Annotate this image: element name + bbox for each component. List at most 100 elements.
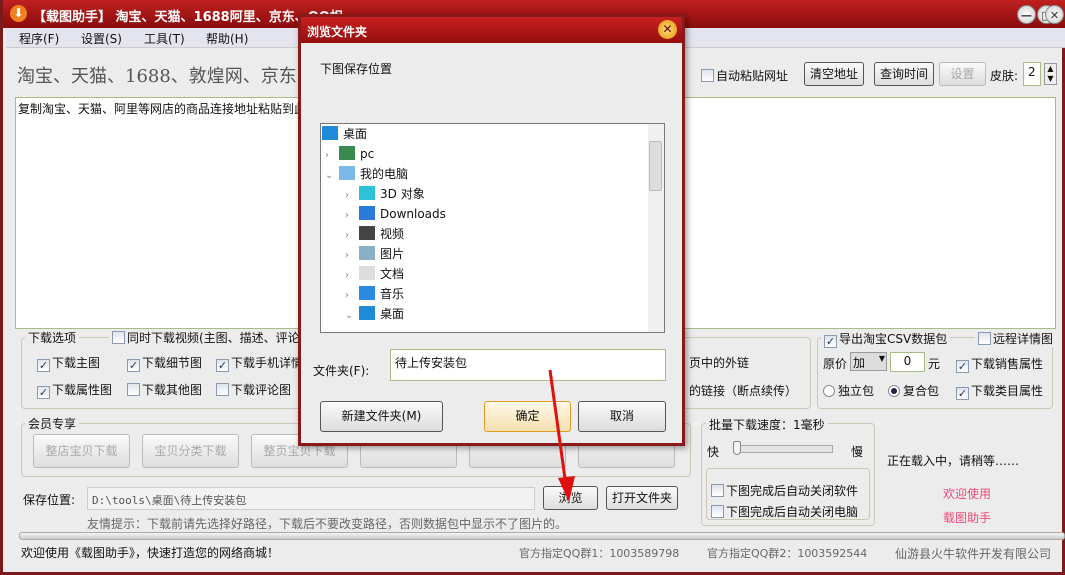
- expand-chevron-icon[interactable]: ›: [345, 266, 359, 286]
- tree-node[interactable]: › 视频: [345, 224, 404, 244]
- tree-node[interactable]: › 音乐: [345, 284, 404, 304]
- option-label: 下载其他图: [142, 383, 203, 397]
- new-folder-button[interactable]: 新建文件夹(M): [320, 401, 443, 432]
- skin-spinner[interactable]: ▲ ▼: [1044, 63, 1057, 85]
- price-input[interactable]: 0: [890, 352, 925, 372]
- auto-close-app-label: 下图完成后自动关闭软件: [726, 484, 859, 498]
- menu-program[interactable]: 程序(F): [19, 30, 59, 47]
- external-link-label: 页中的外链: [689, 356, 750, 370]
- speed-slider-thumb[interactable]: [733, 441, 741, 455]
- expand-chevron-icon[interactable]: ›: [325, 146, 339, 166]
- status-welcome: 欢迎使用《载图助手》，快速打造您的网络商城！: [21, 546, 280, 560]
- speed-slider-track[interactable]: [733, 445, 833, 453]
- category-download-button[interactable]: 宝贝分类下载: [142, 434, 239, 468]
- tree-node[interactable]: › 文档: [345, 264, 404, 284]
- detail-image-checkbox[interactable]: ✓ 下载细节图: [127, 354, 202, 372]
- picture-icon: [359, 246, 375, 260]
- auto-paste-checkbox[interactable]: 自动粘贴网址: [701, 67, 788, 84]
- checkbox-checked-icon: ✓: [127, 359, 140, 372]
- expand-chevron-icon[interactable]: ›: [345, 246, 359, 266]
- tree-node[interactable]: › 3D 对象: [345, 184, 425, 204]
- menu-settings[interactable]: 设置(S): [81, 30, 122, 47]
- auto-close-app-checkbox[interactable]: 下图完成后自动关闭软件: [711, 482, 858, 499]
- tree-scrollbar[interactable]: [648, 124, 664, 332]
- save-path-input[interactable]: D:\tools\桌面\待上传安装包: [87, 487, 535, 510]
- sales-attr-checkbox[interactable]: ✓ 下载销售属性: [956, 355, 1043, 373]
- minimize-button[interactable]: —: [1017, 5, 1036, 24]
- close-button[interactable]: ✕: [1045, 5, 1064, 24]
- checkbox-checked-icon: ✓: [956, 360, 969, 373]
- scrollbar-thumb[interactable]: [649, 141, 662, 191]
- open-folder-button[interactable]: 打开文件夹: [606, 486, 678, 510]
- menu-help[interactable]: 帮助(H): [206, 30, 248, 47]
- other-image-checkbox[interactable]: 下载其他图: [127, 381, 202, 398]
- folder-tree[interactable]: 桌面 › pc ⌄ 我的电脑 › 3D 对象 › Downloads › 视频 › 图片 › 文档 › 音乐 ⌄ 桌…: [320, 123, 665, 333]
- expand-chevron-icon[interactable]: ⌄: [325, 166, 339, 186]
- attr-image-checkbox[interactable]: ✓ 下载属性图: [37, 381, 112, 399]
- tree-node-label: 桌面: [380, 307, 405, 321]
- progress-bar: [19, 532, 1065, 540]
- whole-shop-download-button[interactable]: 整店宝贝下载: [33, 434, 130, 468]
- status-qq2: 官方指定QQ群2：1003592544: [707, 547, 868, 560]
- price-label: 原价: [823, 357, 848, 371]
- browse-button[interactable]: 浏览: [543, 486, 598, 510]
- auto-shutdown-label: 下图完成后自动关闭电脑: [726, 505, 859, 519]
- tree-node-label: 视频: [380, 227, 405, 241]
- skin-input[interactable]: 2: [1023, 62, 1041, 86]
- settings-button[interactable]: 设置: [939, 62, 986, 86]
- expand-chevron-icon[interactable]: ⌄: [345, 306, 359, 326]
- member-title: 会员专享: [25, 415, 80, 432]
- expand-chevron-icon[interactable]: ›: [345, 226, 359, 246]
- checkbox-checked-icon: ✓: [216, 359, 229, 372]
- ok-button[interactable]: 确定: [484, 401, 571, 432]
- dialog-close-button[interactable]: ✕: [658, 20, 677, 39]
- tree-node[interactable]: › 图片: [345, 244, 404, 264]
- cube-icon: [359, 186, 375, 200]
- menu-tools[interactable]: 工具(T): [144, 30, 185, 47]
- fast-label: 快: [707, 445, 720, 459]
- tree-node-label: Downloads: [380, 207, 446, 221]
- query-time-button[interactable]: 查询时间: [874, 62, 934, 86]
- review-image-checkbox[interactable]: 下载评论图: [216, 381, 291, 398]
- video-icon: [359, 226, 375, 240]
- cancel-button[interactable]: 取消: [578, 401, 666, 432]
- auto-shutdown-checkbox[interactable]: 下图完成后自动关闭电脑: [711, 503, 858, 520]
- composite-radio[interactable]: 复合包: [888, 382, 939, 399]
- folder-label: 文件夹(F):: [313, 364, 370, 378]
- radio-icon: [823, 385, 835, 397]
- tree-node[interactable]: ⌄ 我的电脑: [325, 164, 408, 184]
- tree-node[interactable]: 桌面: [322, 124, 367, 144]
- standalone-radio[interactable]: 独立包: [823, 382, 874, 399]
- checkbox-icon: [216, 383, 229, 396]
- category-attr-checkbox[interactable]: ✓ 下载类目属性: [956, 382, 1043, 400]
- tree-node-label: pc: [360, 147, 375, 161]
- expand-chevron-icon[interactable]: ›: [345, 186, 359, 206]
- category-attr-label: 下载类目属性: [971, 384, 1044, 398]
- expand-chevron-icon[interactable]: ›: [345, 286, 359, 306]
- clear-address-button[interactable]: 清空地址: [804, 62, 864, 86]
- folder-input[interactable]: 待上传安装包: [390, 349, 666, 381]
- main-image-checkbox[interactable]: ✓ 下载主图: [37, 354, 100, 372]
- tree-node-label: 图片: [380, 247, 405, 261]
- speed-title: 批量下载速度：1毫秒: [706, 416, 828, 433]
- tree-node[interactable]: › pc: [325, 144, 374, 164]
- checkbox-checked-icon: ✓: [37, 386, 50, 399]
- welcome-text-2: 载图助手: [943, 511, 992, 525]
- tree-node[interactable]: › Downloads: [345, 204, 446, 224]
- computer-icon: [339, 166, 355, 180]
- remote-detail-checkbox[interactable]: 远程详情图: [975, 330, 1057, 347]
- user-icon: [339, 146, 355, 160]
- document-icon: [359, 266, 375, 280]
- option-label: 下载评论图: [231, 383, 292, 397]
- option-label: 下载属性图: [52, 383, 113, 397]
- export-csv-checkbox[interactable]: ✓ 导出淘宝CSV数据包: [821, 330, 951, 348]
- tree-node[interactable]: ⌄ 桌面: [345, 304, 404, 324]
- expand-chevron-icon[interactable]: ›: [345, 206, 359, 226]
- mobile-detail-checkbox[interactable]: ✓ 下载手机详情: [216, 354, 303, 372]
- video-checkbox[interactable]: 同时下载视频(主图、描述、评论: [109, 329, 303, 346]
- download-options-title: 下载选项: [25, 329, 80, 346]
- dialog-title: 浏览文件夹: [307, 25, 368, 39]
- price-unit: 元: [928, 357, 941, 371]
- price-op-select[interactable]: 加 ▼: [850, 352, 887, 371]
- dialog-prompt: 下图保存位置: [320, 62, 393, 76]
